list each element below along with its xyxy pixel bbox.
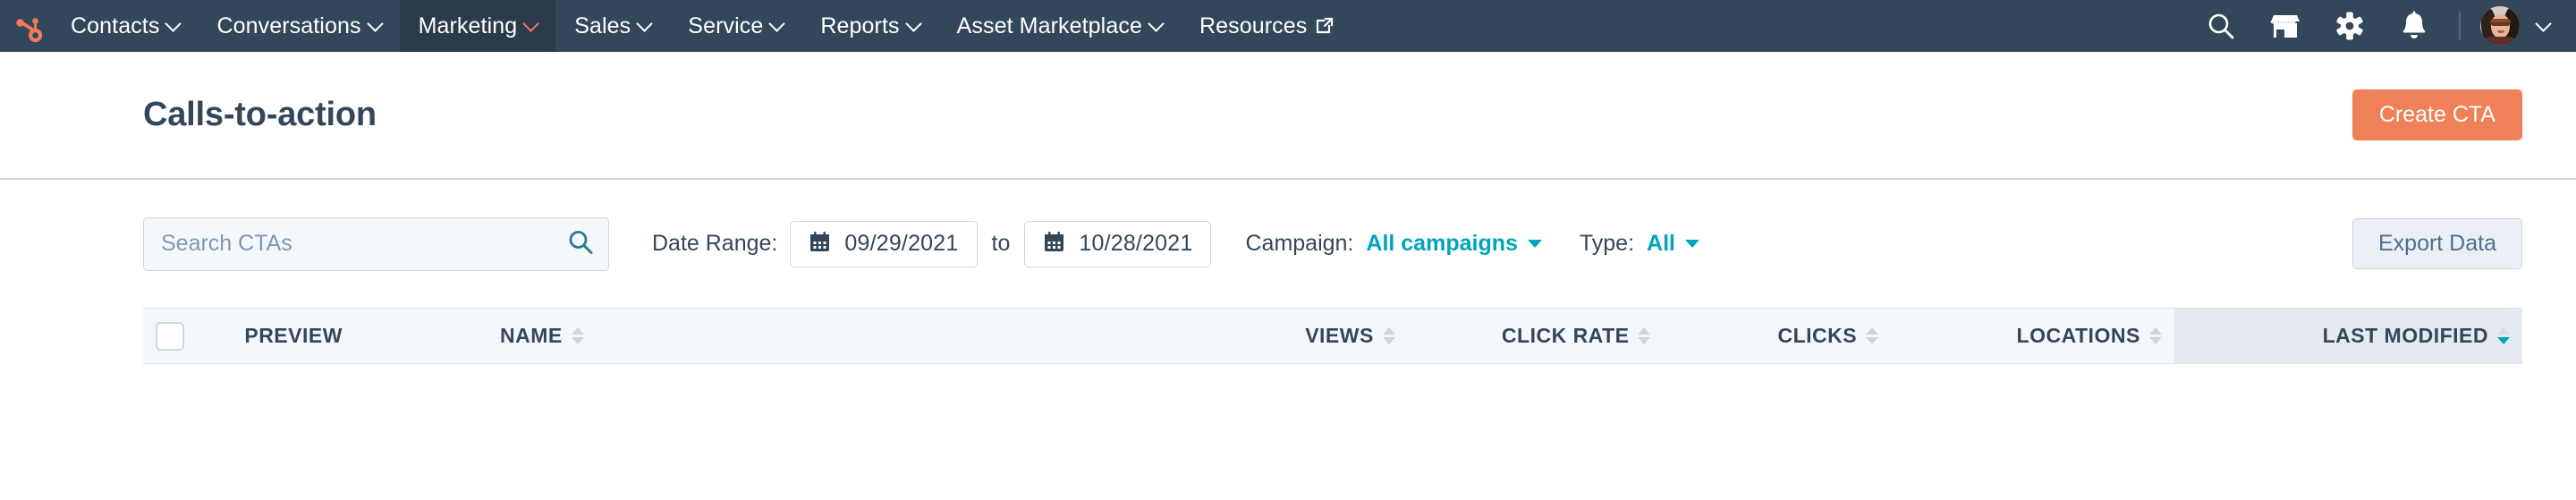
sort-descending-icon — [571, 337, 584, 344]
chevron-down-icon — [768, 14, 786, 32]
external-link-icon — [1315, 16, 1335, 36]
sort-descending-icon — [1382, 337, 1395, 344]
nav-item-sales[interactable]: Sales — [555, 0, 669, 52]
sort-toggle-click-rate[interactable] — [1638, 327, 1651, 344]
sort-ascending-icon — [571, 327, 584, 335]
chevron-down-icon — [366, 14, 384, 32]
campaign-label: Campaign: — [1245, 231, 1354, 256]
sort-toggle-clicks[interactable] — [1866, 327, 1879, 344]
chevron-down-icon — [522, 14, 539, 32]
nav-item-conversations[interactable]: Conversations — [198, 0, 399, 52]
nav-item-asset-marketplace[interactable]: Asset Marketplace — [938, 0, 1181, 52]
date-range-label: Date Range: — [652, 231, 778, 256]
hubspot-logo[interactable] — [0, 0, 52, 52]
chevron-down-icon — [636, 14, 653, 32]
nav-divider — [2459, 12, 2461, 40]
column-header-select-all — [143, 308, 233, 364]
nav-right-utilities — [2189, 0, 2576, 52]
nav-item-label: Marketing — [418, 13, 518, 38]
sort-ascending-icon — [1866, 327, 1879, 335]
sort-toggle-name[interactable] — [571, 327, 584, 344]
column-header-clicks[interactable]: CLICKS — [1663, 308, 1892, 364]
type-label: Type: — [1579, 231, 1635, 256]
nav-item-label: Contacts — [71, 13, 160, 38]
gear-icon[interactable] — [2318, 0, 2382, 52]
page-header: Calls-to-action Create CTA — [0, 52, 2576, 180]
page-title: Calls-to-action — [143, 96, 377, 133]
calendar-icon — [809, 231, 831, 258]
avatar[interactable] — [2480, 6, 2520, 46]
nav-item-label: Service — [688, 13, 764, 38]
search-icon[interactable] — [2189, 0, 2253, 52]
column-label: PREVIEW — [244, 324, 343, 347]
export-data-button[interactable]: Export Data — [2351, 218, 2522, 269]
cta-table-container: PREVIEW NAME VIEWS CLICK RATE CLICKS LOC… — [0, 308, 2576, 364]
sort-toggle-locations[interactable] — [2148, 327, 2162, 344]
campaign-value: All campaigns — [1366, 231, 1518, 256]
date-from-value: 09/29/2021 — [844, 231, 959, 256]
select-all-checkbox[interactable] — [156, 321, 184, 351]
search-input[interactable] — [143, 216, 609, 271]
nav-item-label: Conversations — [216, 13, 361, 38]
filter-bar: Date Range: 09/29/2021 to — [0, 180, 2576, 308]
primary-nav-items: Contacts Conversations Marketing Sales S… — [52, 0, 1353, 52]
sort-descending-icon — [2148, 337, 2162, 344]
column-header-locations[interactable]: LOCATIONS — [1891, 308, 2174, 364]
nav-item-label: Resources — [1199, 13, 1308, 38]
column-header-click-rate[interactable]: CLICK RATE — [1407, 308, 1664, 364]
sort-ascending-icon — [1638, 327, 1651, 335]
date-to-value: 10/28/2021 — [1079, 231, 1193, 256]
date-from-field[interactable]: 09/29/2021 — [790, 220, 978, 267]
account-menu[interactable] — [2480, 6, 2553, 46]
campaign-dropdown[interactable]: All campaigns — [1366, 231, 1542, 257]
create-cta-button[interactable]: Create CTA — [2351, 89, 2522, 140]
sort-ascending-icon — [1382, 327, 1395, 335]
date-range-to-label: to — [991, 231, 1011, 256]
sort-descending-icon — [1866, 337, 1879, 344]
nav-item-label: Sales — [574, 13, 631, 38]
chevron-down-icon — [1148, 14, 1165, 32]
column-header-views[interactable]: VIEWS — [1152, 308, 1408, 364]
type-dropdown[interactable]: All — [1647, 231, 1699, 257]
column-header-preview: PREVIEW — [232, 308, 488, 364]
column-label: CLICK RATE — [1501, 324, 1630, 347]
cta-table: PREVIEW NAME VIEWS CLICK RATE CLICKS LOC… — [143, 308, 2522, 364]
nav-item-label: Reports — [820, 13, 900, 38]
nav-item-resources[interactable]: Resources — [1181, 0, 1353, 52]
sort-descending-icon — [2497, 337, 2510, 344]
column-label: LOCATIONS — [2016, 324, 2140, 347]
table-header-row: PREVIEW NAME VIEWS CLICK RATE CLICKS LOC… — [143, 308, 2522, 364]
column-label: NAME — [500, 324, 563, 347]
column-label: LAST MODIFIED — [2322, 324, 2488, 347]
chevron-down-icon — [904, 14, 922, 32]
nav-item-marketing[interactable]: Marketing — [399, 0, 556, 52]
nav-item-label: Asset Marketplace — [956, 13, 1142, 38]
sort-descending-icon — [1638, 337, 1651, 344]
bell-icon[interactable] — [2382, 0, 2446, 52]
top-navigation-bar: Contacts Conversations Marketing Sales S… — [0, 0, 2576, 52]
type-value: All — [1647, 231, 1675, 256]
caret-down-icon — [1685, 240, 1699, 248]
chevron-down-icon — [165, 14, 182, 32]
sort-ascending-icon — [2497, 327, 2510, 335]
nav-item-reports[interactable]: Reports — [801, 0, 937, 52]
column-header-last-modified[interactable]: LAST MODIFIED — [2174, 308, 2522, 364]
sort-ascending-icon — [2148, 327, 2162, 335]
marketplace-icon[interactable] — [2253, 0, 2318, 52]
nav-item-contacts[interactable]: Contacts — [52, 0, 198, 52]
caret-down-icon — [1527, 240, 1542, 248]
date-to-field[interactable]: 10/28/2021 — [1024, 220, 1212, 267]
column-header-name[interactable]: NAME — [487, 308, 1153, 364]
sort-toggle-last-modified[interactable] — [2497, 327, 2510, 344]
sort-toggle-views[interactable] — [1382, 327, 1395, 344]
column-label: CLICKS — [1777, 324, 1858, 347]
calendar-icon — [1043, 231, 1065, 258]
column-label: VIEWS — [1305, 324, 1374, 347]
nav-item-service[interactable]: Service — [669, 0, 801, 52]
chevron-down-icon — [2535, 14, 2552, 32]
search-ctas-field[interactable] — [143, 216, 609, 271]
